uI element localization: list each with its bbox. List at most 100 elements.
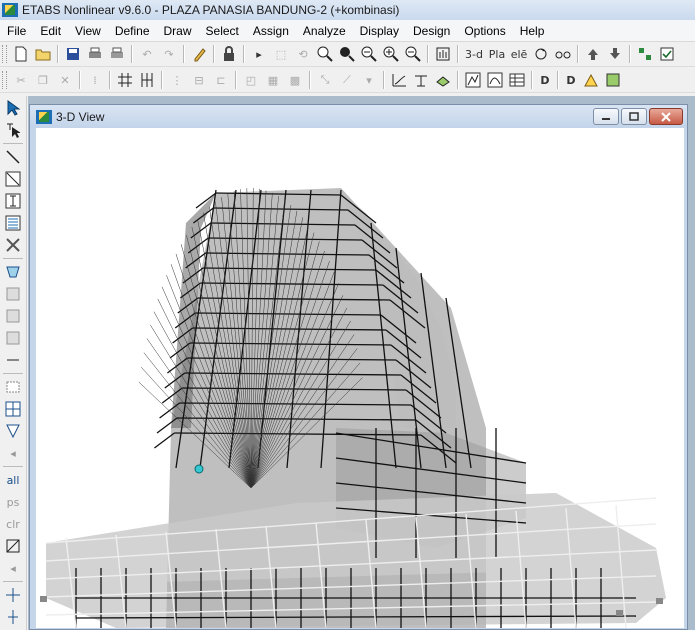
zoom-out-button[interactable] <box>403 44 423 64</box>
menu-analyze[interactable]: Analyze <box>296 24 353 38</box>
lock-model-button[interactable] <box>219 44 239 64</box>
select-all-button[interactable]: all <box>2 470 24 490</box>
show-deformed-shape-button[interactable] <box>389 70 409 90</box>
click-area-icon <box>6 309 20 323</box>
draw-rect-area-button[interactable] <box>2 284 24 304</box>
toolbar-separator <box>243 45 245 63</box>
create-secondary-beams-button[interactable] <box>2 213 24 233</box>
previous-zoom-button[interactable] <box>359 44 379 64</box>
minimize-button[interactable] <box>593 108 619 125</box>
maximize-icon <box>629 112 639 121</box>
elevation-view-button[interactable]: elē <box>509 44 529 64</box>
menu-view[interactable]: View <box>68 24 108 38</box>
view-3d-titlebar[interactable]: 3-D View <box>30 105 687 128</box>
design-check-button[interactable]: D <box>537 70 553 90</box>
checkbox-icon <box>660 47 674 61</box>
save-button[interactable] <box>63 44 83 64</box>
zoom-window-button[interactable] <box>315 44 335 64</box>
print-graphics-button[interactable] <box>85 44 105 64</box>
perspective-toggle-button[interactable] <box>553 44 573 64</box>
design-overwrite-button[interactable]: D <box>563 70 579 90</box>
cut-button[interactable]: ✂ <box>11 70 31 90</box>
set-building-view-options-button[interactable] <box>657 44 677 64</box>
rubber-band-zoom-button[interactable]: ⬚ <box>271 44 291 64</box>
replicate-button[interactable]: ⁞ <box>85 70 105 90</box>
menu-draw[interactable]: Draw <box>157 24 199 38</box>
sidebar-scroll-left-button-2[interactable]: ◂ <box>2 558 24 578</box>
undo-button[interactable]: ↶ <box>137 44 157 64</box>
open-button[interactable] <box>33 44 53 64</box>
run-analysis-button[interactable]: ▸ <box>249 44 269 64</box>
create-columns-button[interactable] <box>2 191 24 211</box>
draw-walls-button[interactable] <box>2 328 24 348</box>
move-down-story-button[interactable] <box>605 44 625 64</box>
plan-view-button[interactable]: Pla <box>487 44 507 64</box>
menu-help[interactable]: Help <box>513 24 552 38</box>
show-tables-button[interactable] <box>507 70 527 90</box>
menu-select[interactable]: Select <box>199 24 246 38</box>
close-button[interactable] <box>649 108 683 125</box>
line-region-icon <box>5 171 21 187</box>
snap-to-ends-button[interactable] <box>2 607 24 627</box>
draw-grid-object-button[interactable] <box>2 399 24 419</box>
draw-grid-button[interactable] <box>115 70 135 90</box>
wall-design-button[interactable] <box>603 70 623 90</box>
draw-developed-elevation-button[interactable] <box>2 421 24 441</box>
new-model-button[interactable] <box>11 44 31 64</box>
draw-line-button[interactable] <box>137 70 157 90</box>
menu-file[interactable]: File <box>0 24 33 38</box>
refresh-window-button[interactable] <box>189 44 209 64</box>
draw-area-object-button[interactable] <box>2 262 24 282</box>
draw-line-region-button[interactable] <box>2 169 24 189</box>
print-tables-button[interactable] <box>107 44 127 64</box>
quick-draw-frame-button[interactable]: ⋮ <box>167 70 187 90</box>
sidebar-scroll-left-button[interactable]: ◂ <box>2 443 24 463</box>
menu-design[interactable]: Design <box>406 24 457 38</box>
maximize-button[interactable] <box>621 108 647 125</box>
draw-wall-button[interactable]: ▦ <box>263 70 283 90</box>
move-up-story-button[interactable] <box>583 44 603 64</box>
toolbar-overflow-button[interactable] <box>581 70 601 90</box>
toolbar-separator <box>577 45 579 63</box>
snap-to-points-button[interactable] <box>2 585 24 605</box>
create-braces-button[interactable] <box>2 235 24 255</box>
pan-button[interactable] <box>433 44 453 64</box>
support-marker <box>656 598 663 604</box>
copy-button[interactable]: ❐ <box>33 70 53 90</box>
create-walls-button[interactable] <box>2 350 24 370</box>
create-areas-click-button[interactable] <box>2 306 24 326</box>
draw-area-button[interactable]: ◰ <box>241 70 261 90</box>
reshape-button[interactable] <box>2 120 24 140</box>
quick-draw-beam-button[interactable]: ⊏ <box>211 70 231 90</box>
menu-define[interactable]: Define <box>108 24 157 38</box>
show-undeformed-button[interactable] <box>433 70 453 90</box>
selected-joint-marker[interactable] <box>194 464 204 474</box>
menu-assign[interactable]: Assign <box>246 24 296 38</box>
intersecting-line-select-button[interactable] <box>2 536 24 556</box>
draw-opening-object-button[interactable] <box>2 377 24 397</box>
pointer-button[interactable] <box>2 98 24 118</box>
restore-full-view-button[interactable] <box>337 44 357 64</box>
previous-selection-button[interactable]: ps <box>2 492 24 512</box>
clear-selection-button[interactable]: clr <box>2 514 24 534</box>
model-3d-canvas[interactable] <box>36 128 684 628</box>
menu-edit[interactable]: Edit <box>33 24 68 38</box>
quick-draw-brace-button[interactable]: ⊟ <box>189 70 209 90</box>
show-member-forces-button[interactable] <box>411 70 431 90</box>
menu-display[interactable]: Display <box>353 24 406 38</box>
object-shrink-button[interactable] <box>635 44 655 64</box>
show-response-curves-button[interactable] <box>485 70 505 90</box>
rotate-view-button[interactable]: ⟲ <box>293 44 313 64</box>
show-mode-shape-button[interactable] <box>463 70 483 90</box>
view-3d-button[interactable]: 3-d <box>463 44 485 64</box>
draw-line-object-button[interactable] <box>2 147 24 167</box>
set-3d-view-button[interactable] <box>531 44 551 64</box>
draw-link-button[interactable]: ⟋ <box>337 70 357 90</box>
redo-button[interactable]: ↷ <box>159 44 179 64</box>
menu-options[interactable]: Options <box>457 24 512 38</box>
snap-options-button[interactable]: ▾ <box>359 70 379 90</box>
draw-dimension-button[interactable]: ⤡ <box>315 70 335 90</box>
zoom-in-button[interactable] <box>381 44 401 64</box>
delete-button[interactable]: ✕ <box>55 70 75 90</box>
draw-opening-button[interactable]: ▩ <box>285 70 305 90</box>
